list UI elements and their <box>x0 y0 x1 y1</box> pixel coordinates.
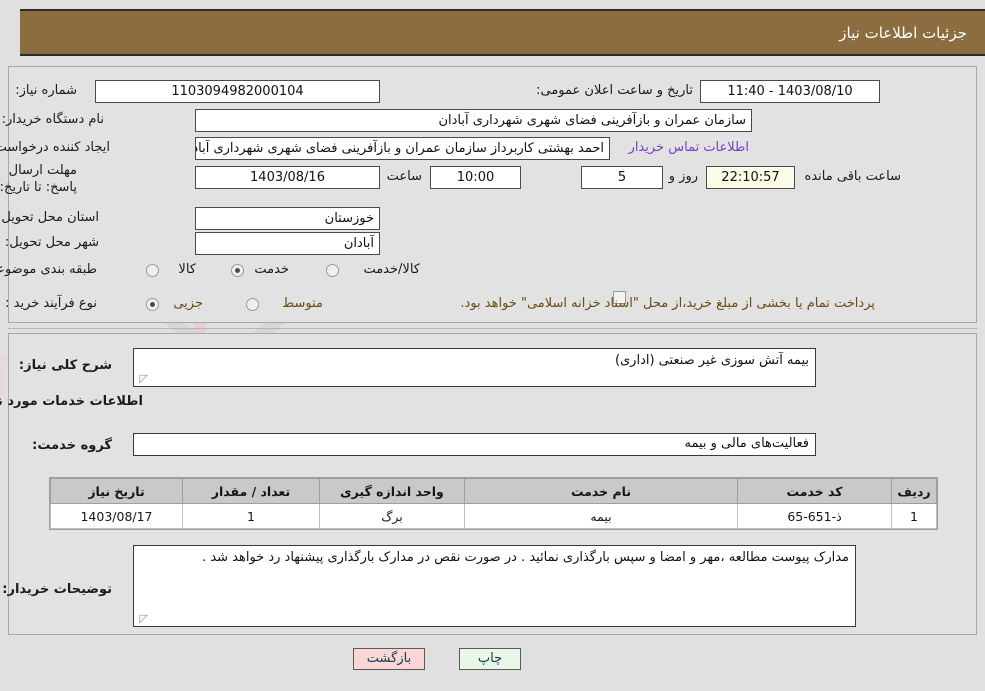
services-section-heading: اطلاعات خدمات مورد نیاز <box>0 394 143 409</box>
radio-category-kala-khedmat-label: کالا/خدمت <box>363 262 420 277</box>
cell-need-date: 1403/08/17 <box>50 503 183 529</box>
resize-grip-icon[interactable]: ◸ <box>136 373 148 385</box>
page-title: جزئیات اطلاعات نیاز <box>839 24 967 42</box>
buyer-notes-text: مدارک پیوست مطالعه ،مهر و امضا و سپس بار… <box>202 550 849 565</box>
need-overview-textarea[interactable]: بیمه آتش سوزی غیر صنعتی (اداری) ◸ <box>133 348 816 387</box>
radio-category-khedmat[interactable] <box>231 264 244 277</box>
radio-process-motevaset-label: متوسط <box>282 296 323 311</box>
services-table-wrapper: ردیف کد خدمت نام خدمت واحد اندازه گیری ت… <box>49 477 938 530</box>
deadline-hour-value: 10:00 <box>430 166 521 189</box>
need-number-label: شماره نیاز: <box>15 83 77 98</box>
th-radif: ردیف <box>891 478 937 504</box>
announce-datetime-label: تاریخ و ساعت اعلان عمومی: <box>536 83 693 98</box>
th-code: کد خدمت <box>737 478 892 504</box>
table-row: 1 ذ-651-65 بیمه برگ 1 1403/08/17 <box>50 503 937 529</box>
th-name: نام خدمت <box>464 478 738 504</box>
delivery-city-value: آبادان <box>195 232 380 255</box>
request-creator-value: احمد بهشتی کاربرداز سازمان عمران و بازآف… <box>195 137 610 160</box>
cell-radif: 1 <box>891 503 937 529</box>
page-header-bar: جزئیات اطلاعات نیاز <box>20 9 985 56</box>
need-overview-label: شرح کلی نیاز: <box>18 358 112 373</box>
buyer-contact-link[interactable]: اطلاعات تماس خریدار <box>629 140 749 155</box>
page-root: AriaTender.net AriaTender.net جزئیات اطل… <box>0 0 985 691</box>
remaining-hours-label: ساعت باقی مانده <box>804 169 901 184</box>
resize-grip-icon[interactable]: ◸ <box>136 613 148 625</box>
print-button[interactable]: چاپ <box>459 648 521 670</box>
announce-datetime-value: 1403/08/10 - 11:40 <box>700 80 880 103</box>
remaining-days-value: 5 <box>581 166 663 189</box>
need-overview-text: بیمه آتش سوزی غیر صنعتی (اداری) <box>614 353 809 368</box>
radio-category-khedmat-label: خدمت <box>254 262 289 277</box>
radio-category-kala-khedmat[interactable] <box>326 264 339 277</box>
buyer-notes-label: توضیحات خریدار: <box>2 582 112 597</box>
delivery-city-label: شهر محل تحویل: <box>4 235 99 250</box>
th-need-date: تاریخ نیاز <box>50 478 183 504</box>
radio-category-kala-label: کالا <box>178 262 196 277</box>
service-group-field[interactable]: فعالیت‌های مالی و بیمه <box>133 433 816 456</box>
request-creator-label: ایجاد کننده درخواست: <box>0 140 110 155</box>
cell-code: ذ-651-65 <box>737 503 892 529</box>
buyer-org-label: نام دستگاه خریدار: <box>1 112 104 127</box>
service-group-value: فعالیت‌های مالی و بیمه <box>684 436 809 451</box>
radio-process-jozyi[interactable] <box>146 298 159 311</box>
deadline-date-value: 1403/08/16 <box>195 166 380 189</box>
delivery-province-value: خوزستان <box>195 207 380 230</box>
response-deadline-label: مهلت ارسال پاسخ: تا تاریخ: <box>0 163 77 195</box>
treasury-bonds-label: پرداخت تمام یا بخشی از مبلغ خرید،از محل … <box>460 296 875 311</box>
back-button[interactable]: بازگشت <box>353 648 425 670</box>
cell-name: بیمه <box>464 503 738 529</box>
radio-process-motevaset[interactable] <box>246 298 259 311</box>
remaining-days-label: روز و <box>668 169 698 184</box>
th-unit: واحد اندازه گیری <box>319 478 465 504</box>
table-header-row: ردیف کد خدمت نام خدمت واحد اندازه گیری ت… <box>50 478 937 504</box>
cell-quantity: 1 <box>182 503 320 529</box>
need-info-panel <box>8 66 977 323</box>
countdown-timer-value: 22:10:57 <box>706 166 795 189</box>
purchase-process-label: نوع فرآیند خرید : <box>5 296 97 311</box>
buyer-notes-textarea[interactable]: مدارک پیوست مطالعه ،مهر و امضا و سپس بار… <box>133 545 856 627</box>
subject-category-label: طبقه بندی موضوعی: <box>0 262 97 277</box>
buyer-org-value: سازمان عمران و بازآفرینی فضای شهری شهردا… <box>195 109 752 132</box>
cell-unit: برگ <box>319 503 465 529</box>
deadline-hour-label: ساعت <box>386 169 422 184</box>
services-table: ردیف کد خدمت نام خدمت واحد اندازه گیری ت… <box>50 478 937 529</box>
radio-process-jozyi-label: جزیی <box>173 296 203 311</box>
radio-category-kala[interactable] <box>146 264 159 277</box>
need-number-value: 1103094982000104 <box>95 80 380 103</box>
th-quantity: تعداد / مقدار <box>182 478 320 504</box>
delivery-province-label: استان محل تحویل: <box>0 210 99 225</box>
section-divider <box>8 328 977 329</box>
service-group-label: گروه خدمت: <box>32 438 112 453</box>
